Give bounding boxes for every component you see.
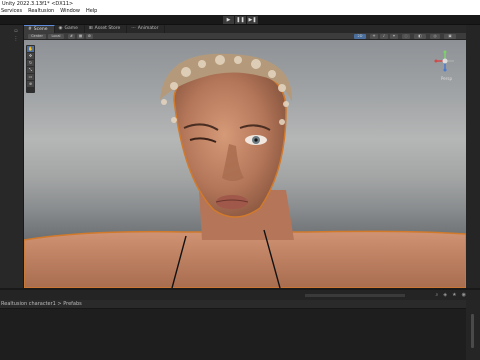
pivot-center-dropdown[interactable]: Center — [28, 34, 46, 39]
transform-tool-icon[interactable]: ⊕ — [27, 81, 34, 87]
eye-icon[interactable]: ◉ — [462, 292, 466, 298]
project-panel: Realtusion character1 > Prefabs — [0, 300, 480, 360]
menu-help[interactable]: Help — [86, 8, 97, 15]
scale-tool-icon[interactable]: ⤡ — [27, 67, 34, 73]
search-icon[interactable]: ⌕ — [435, 292, 438, 298]
filter-icon[interactable]: ◈ — [443, 292, 447, 298]
pivot-local-dropdown[interactable]: Local — [48, 34, 64, 39]
project-scrollbar[interactable] — [466, 300, 480, 360]
play-controls: ▶ ❚❚ ▶❚ — [223, 16, 259, 24]
window-title: Unity 2022.3.13f1* <DX11> — [0, 0, 480, 8]
snap-icon[interactable]: ▦ — [77, 34, 84, 39]
menu-realtusion[interactable]: Realtusion — [28, 8, 54, 15]
breadcrumb[interactable]: Realtusion character1 > Prefabs — [0, 300, 466, 309]
2d-toggle-icon[interactable]: 2D — [354, 34, 366, 39]
play-button[interactable]: ▶ — [223, 16, 234, 24]
scrollbar-thumb[interactable] — [471, 314, 474, 348]
rect-tool-icon[interactable]: ▭ — [27, 74, 34, 80]
scene-view-toolbar: Center Local # ▦ ⚙ 2D ☀ ♪ ✦ ◌ ◧ ◎ ▣ — [24, 33, 466, 40]
settings-icon[interactable]: ⚙ — [86, 34, 93, 39]
menu-window[interactable]: Window — [60, 8, 80, 15]
layout-icon[interactable]: ▣ — [444, 34, 456, 39]
step-button[interactable]: ▶❚ — [247, 16, 258, 24]
move-tool-icon[interactable]: ✥ — [27, 53, 34, 59]
menu-dots-icon[interactable]: ⋮ — [13, 36, 19, 42]
hidden-icon[interactable]: ◌ — [402, 34, 410, 39]
game-icon: ◉ — [58, 26, 63, 31]
main-toolbar: ▶ ❚❚ ▶❚ — [0, 15, 480, 25]
favorite-icon[interactable]: ★ — [452, 292, 456, 298]
tab-game-label: Game — [64, 26, 78, 31]
light-icon[interactable]: ☀ — [370, 34, 378, 39]
asset-store-icon: ⊞ — [88, 26, 93, 31]
pause-button[interactable]: ❚❚ — [235, 16, 246, 24]
menu-services[interactable]: Services — [1, 8, 22, 15]
tab-animator-label: Animator — [137, 26, 159, 31]
perspective-label[interactable]: Persp — [441, 76, 452, 81]
effects-icon[interactable]: ✦ — [390, 34, 398, 39]
orientation-gizmo[interactable] — [434, 50, 456, 78]
animator-icon: ⋯ — [131, 26, 136, 31]
tab-asset-store[interactable]: ⊞ Asset Store — [85, 25, 128, 33]
hierarchy-panel-edge[interactable]: ▫ ⋮ — [0, 25, 24, 300]
rotate-tool-icon[interactable]: ↻ — [27, 60, 34, 66]
camera-icon[interactable]: ◧ — [414, 34, 426, 39]
scene-viewport[interactable]: ✋ ✥ ↻ ⤡ ▭ ⊕ Persp — [24, 40, 466, 288]
character-render — [24, 53, 466, 288]
tab-animator[interactable]: ⋯ Animator — [127, 25, 166, 33]
project-toolbar-icons: ⌕ ◈ ★ ◉ — [435, 292, 466, 298]
grid-icon[interactable]: # — [68, 34, 75, 39]
inspector-panel-edge[interactable] — [466, 25, 480, 300]
menu-bar: Services Realtusion Window Help — [0, 8, 480, 15]
tab-asset-store-label: Asset Store — [94, 26, 121, 31]
zoom-slider-track[interactable] — [305, 294, 405, 297]
tab-scene[interactable]: # Scene — [24, 25, 55, 33]
lock-icon[interactable]: ▫ — [13, 28, 19, 34]
audio-icon[interactable]: ♪ — [380, 34, 388, 39]
scene-tab-bar: # Scene ◉ Game ⊞ Asset Store ⋯ Animator — [24, 25, 466, 33]
tab-game[interactable]: ◉ Game — [55, 25, 85, 33]
gizmos-icon[interactable]: ◎ — [430, 34, 440, 39]
hand-tool-icon[interactable]: ✋ — [27, 46, 34, 52]
panel-splitter[interactable]: ⌕ ◈ ★ ◉ — [0, 288, 480, 300]
transform-tools: ✋ ✥ ↻ ⤡ ▭ ⊕ — [26, 45, 35, 93]
